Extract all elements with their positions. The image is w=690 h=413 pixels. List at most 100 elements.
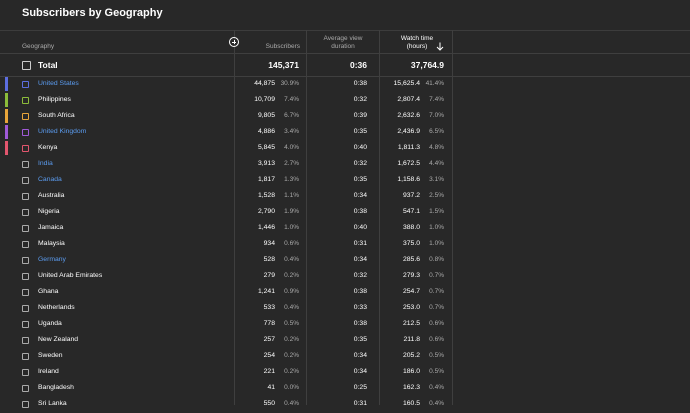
- watch-time-value: 937.2: [402, 192, 420, 199]
- avg-view-duration-value: 0:38: [353, 208, 367, 215]
- row-checkbox[interactable]: [22, 385, 29, 392]
- country-name: Jamaica: [38, 224, 64, 231]
- sort-descending-icon[interactable]: [436, 42, 444, 51]
- watch-time-value: 2,436.9: [397, 128, 420, 135]
- country-name[interactable]: Germany: [38, 256, 66, 263]
- subscribers-percent: 0.5%: [284, 320, 299, 327]
- table-row[interactable]: Philippines 10,709 7.4% 0:32 2,807.4 7.4%: [0, 93, 690, 109]
- watch-time-percent: 1.0%: [429, 224, 444, 231]
- row-checkbox[interactable]: [22, 145, 29, 152]
- subscribers-percent: 0.9%: [284, 288, 299, 295]
- avg-view-duration-value: 0:34: [353, 256, 367, 263]
- total-avg-view-duration: 0:36: [349, 60, 367, 70]
- total-watch-time: 37,764.9: [410, 60, 444, 70]
- table-row[interactable]: Australia 1,528 1.1% 0:34 937.2 2.5%: [0, 189, 690, 205]
- watch-time-percent: 0.7%: [429, 288, 444, 295]
- row-checkbox[interactable]: [22, 209, 29, 216]
- row-checkbox[interactable]: [22, 337, 29, 344]
- table-row[interactable]: United Kingdom 4,886 3.4% 0:35 2,436.9 6.5%: [0, 125, 690, 141]
- subscribers-percent: 1.3%: [284, 176, 299, 183]
- watch-time-percent: 1.5%: [429, 208, 444, 215]
- subscribers-percent: 4.0%: [284, 144, 299, 151]
- country-name[interactable]: United States: [38, 80, 79, 87]
- series-color-bar: [5, 109, 8, 123]
- avg-view-duration-value: 0:40: [353, 144, 367, 151]
- country-name[interactable]: India: [38, 160, 53, 167]
- table-row[interactable]: Bangladesh 41 0.0% 0:25 162.3 0.4%: [0, 381, 690, 397]
- watch-time-percent: 0.8%: [429, 256, 444, 263]
- row-checkbox[interactable]: [22, 193, 29, 200]
- row-checkbox[interactable]: [22, 81, 29, 88]
- table-row[interactable]: Sweden 254 0.2% 0:34 205.2 0.5%: [0, 349, 690, 365]
- row-checkbox[interactable]: [22, 225, 29, 232]
- add-column-icon[interactable]: [229, 37, 239, 47]
- select-all-checkbox[interactable]: [22, 61, 31, 70]
- subscribers-percent: 0.2%: [284, 368, 299, 375]
- watch-time-percent: 0.5%: [429, 368, 444, 375]
- avg-view-duration-value: 0:38: [353, 320, 367, 327]
- total-label: Total: [38, 60, 58, 70]
- row-checkbox[interactable]: [22, 305, 29, 312]
- row-checkbox[interactable]: [22, 321, 29, 328]
- total-subscribers: 145,371: [268, 60, 299, 70]
- subscribers-value: 3,913: [257, 160, 275, 167]
- table-row[interactable]: South Africa 9,805 6.7% 0:39 2,632.6 7.0%: [0, 109, 690, 125]
- country-name: Bangladesh: [38, 384, 74, 391]
- row-checkbox[interactable]: [22, 129, 29, 136]
- table-row[interactable]: India 3,913 2.7% 0:32 1,672.5 4.4%: [0, 157, 690, 173]
- table-row[interactable]: Nigeria 2,790 1.9% 0:38 547.1 1.5%: [0, 205, 690, 221]
- watch-time-value: 285.6: [402, 256, 420, 263]
- row-checkbox[interactable]: [22, 353, 29, 360]
- row-checkbox[interactable]: [22, 177, 29, 184]
- country-name[interactable]: United Kingdom: [38, 128, 86, 135]
- avg-view-duration-value: 0:25: [353, 384, 367, 391]
- avg-view-duration-value: 0:38: [353, 288, 367, 295]
- country-name: Ireland: [38, 368, 59, 375]
- row-checkbox[interactable]: [22, 273, 29, 280]
- subscribers-percent: 3.4%: [284, 128, 299, 135]
- table-row[interactable]: Netherlands 533 0.4% 0:33 253.0 0.7%: [0, 301, 690, 317]
- table-row[interactable]: Uganda 778 0.5% 0:38 212.5 0.6%: [0, 317, 690, 333]
- subscribers-value: 1,241: [257, 288, 275, 295]
- subscribers-column-header[interactable]: Subscribers: [240, 43, 300, 51]
- watch-time-value: 375.0: [402, 240, 420, 247]
- series-color-bar: [5, 77, 8, 91]
- avg-view-duration-value: 0:32: [353, 96, 367, 103]
- country-name: New Zealand: [38, 336, 79, 343]
- table-row[interactable]: Sri Lanka 550 0.4% 0:31 160.5 0.4%: [0, 397, 690, 413]
- avg-view-duration-column-header[interactable]: Average view duration: [310, 35, 376, 51]
- watch-time-percent: 7.0%: [429, 112, 444, 119]
- row-checkbox[interactable]: [22, 289, 29, 296]
- row-checkbox[interactable]: [22, 369, 29, 376]
- table-row[interactable]: Ireland 221 0.2% 0:34 186.0 0.5%: [0, 365, 690, 381]
- subscribers-percent: 1.1%: [284, 192, 299, 199]
- watch-time-value: 388.0: [402, 224, 420, 231]
- watch-time-value: 205.2: [402, 352, 420, 359]
- table-row[interactable]: Canada 1,817 1.3% 0:35 1,158.6 3.1%: [0, 173, 690, 189]
- table-row[interactable]: Jamaica 1,446 1.0% 0:40 388.0 1.0%: [0, 221, 690, 237]
- row-checkbox[interactable]: [22, 161, 29, 168]
- table-row[interactable]: Ghana 1,241 0.9% 0:38 254.7 0.7%: [0, 285, 690, 301]
- table-row[interactable]: United Arab Emirates 279 0.2% 0:32 279.3 0.7%: [0, 269, 690, 285]
- table-row[interactable]: Kenya 5,845 4.0% 0:40 1,811.3 4.8%: [0, 141, 690, 157]
- row-checkbox[interactable]: [22, 97, 29, 104]
- geography-column-header[interactable]: Geography: [22, 43, 54, 51]
- subscribers-value: 279: [263, 272, 275, 279]
- watch-time-value: 212.5: [402, 320, 420, 327]
- watch-time-percent: 1.0%: [429, 240, 444, 247]
- avg-view-duration-value: 0:40: [353, 224, 367, 231]
- table-row[interactable]: United States 44,875 30.9% 0:38 15,625.4 41.4…: [0, 77, 690, 93]
- avg-view-duration-value: 0:33: [353, 304, 367, 311]
- table-row[interactable]: Germany 528 0.4% 0:34 285.6 0.8%: [0, 253, 690, 269]
- country-name[interactable]: Canada: [38, 176, 62, 183]
- subscribers-percent: 0.0%: [284, 384, 299, 391]
- row-checkbox[interactable]: [22, 113, 29, 120]
- table-row[interactable]: New Zealand 257 0.2% 0:35 211.8 0.6%: [0, 333, 690, 349]
- watch-time-value: 1,672.5: [397, 160, 420, 167]
- subscribers-percent: 7.4%: [284, 96, 299, 103]
- row-checkbox[interactable]: [22, 257, 29, 264]
- table-row[interactable]: Malaysia 934 0.6% 0:31 375.0 1.0%: [0, 237, 690, 253]
- subscribers-value: 550: [263, 400, 275, 407]
- avg-view-header-line1: Average view: [323, 35, 363, 42]
- row-checkbox[interactable]: [22, 241, 29, 248]
